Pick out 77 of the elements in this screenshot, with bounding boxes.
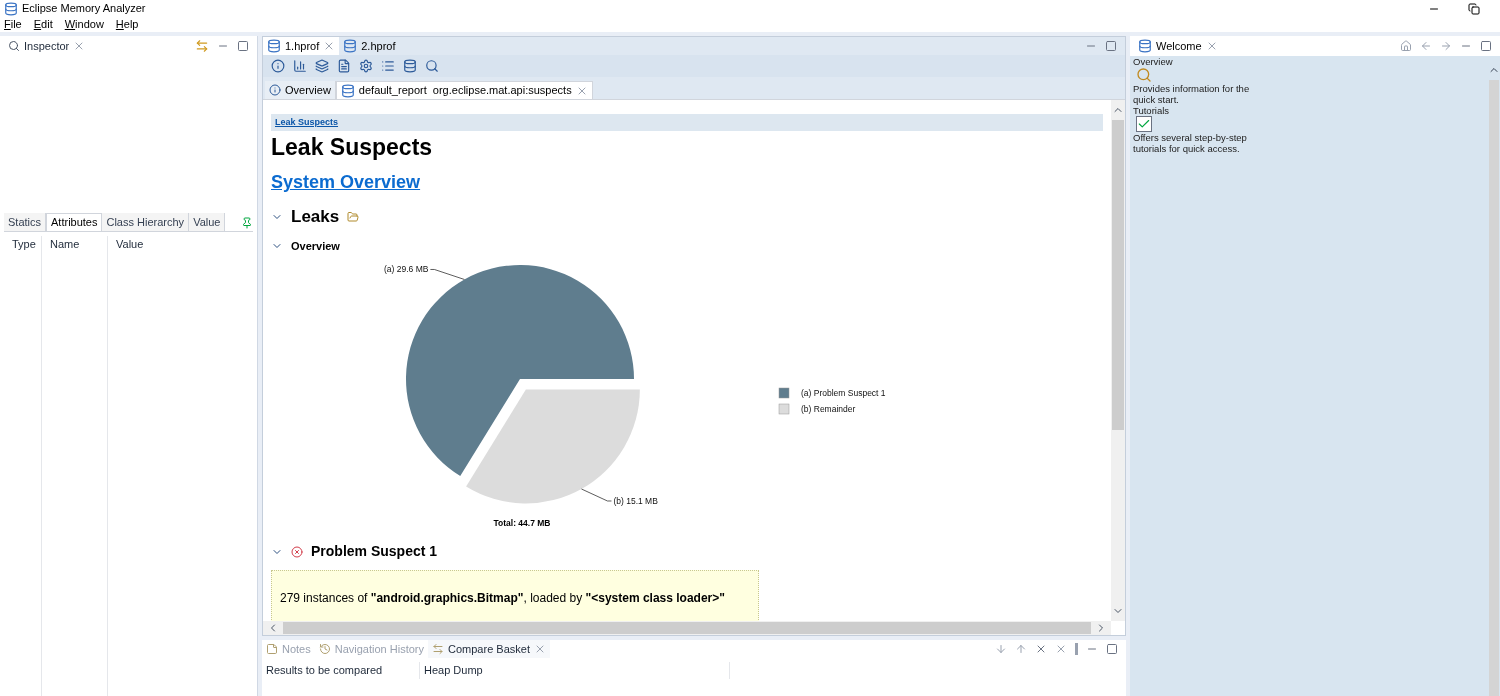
chart-total: Total: 44.7 MB	[493, 518, 551, 528]
report-tab[interactable]: Overview	[265, 81, 336, 99]
data-label: (b) 15.1 MB	[613, 495, 659, 506]
maximize-icon[interactable]	[1106, 643, 1118, 655]
column-header[interactable]: Heap Dump	[424, 664, 483, 676]
column-header[interactable]: Results to be compared	[266, 664, 383, 676]
check-icon[interactable]	[1136, 116, 1152, 132]
legend-item: (a) Problem Suspect 1	[778, 387, 886, 399]
data-label: (b) 15.1 MB	[581, 488, 658, 506]
menu-item[interactable]: File	[4, 16, 22, 33]
column-header[interactable]: Value	[116, 238, 144, 250]
forward-icon[interactable]	[1440, 40, 1452, 52]
column-header[interactable]: Name	[50, 238, 80, 250]
folder-icon[interactable]	[347, 210, 360, 223]
editor-tab[interactable]: 1.hprof	[263, 37, 340, 55]
info-icon[interactable]	[271, 59, 285, 73]
breadcrumb-link[interactable]: Leak Suspects	[275, 115, 339, 130]
view-tab[interactable]: Inspector	[4, 37, 90, 55]
properties-tab[interactable]: Statics	[4, 213, 46, 231]
subsection-heading: Overview	[291, 238, 340, 254]
history-icon	[318, 643, 331, 655]
welcome-item-title[interactable]: Tutorials	[1133, 105, 1170, 116]
legend-item: (b) Remainder	[778, 403, 856, 415]
properties-tab[interactable]: Value	[189, 213, 226, 231]
menu-item[interactable]: Window	[64, 16, 104, 33]
bar-chart-icon[interactable]	[293, 59, 307, 73]
menu-item[interactable]: Help	[115, 16, 139, 33]
info-icon	[269, 84, 281, 96]
report-heading: Leak Suspects	[271, 133, 434, 161]
database-icon	[267, 39, 281, 53]
home-icon[interactable]	[1400, 40, 1412, 52]
data-label: (a) 29.6 MB	[384, 264, 465, 280]
editor-tab[interactable]: 2.hprof	[339, 37, 400, 55]
maximize-icon[interactable]	[1105, 40, 1117, 52]
view-tab[interactable]: Compare Basket	[428, 640, 550, 658]
list-icon[interactable]	[381, 59, 395, 73]
back-icon[interactable]	[1420, 40, 1432, 52]
horizontal-scrollbar[interactable]	[263, 621, 1111, 635]
database-icon	[1138, 39, 1152, 53]
database-icon	[340, 83, 355, 98]
view-tab[interactable]: Welcome	[1134, 37, 1222, 55]
pin-icon[interactable]	[241, 217, 253, 229]
note-icon	[266, 643, 278, 655]
system-overview-link[interactable]: System Overview	[271, 169, 421, 196]
gear-icon[interactable]	[359, 59, 373, 73]
remove-all-icon[interactable]	[1055, 643, 1067, 655]
data-label: (a) 29.6 MB	[383, 264, 429, 275]
sync-icon[interactable]	[195, 39, 209, 53]
vertical-scrollbar[interactable]	[1111, 100, 1125, 621]
arrow-down-icon[interactable]	[995, 643, 1007, 655]
properties-tab[interactable]: Class Hierarchy	[102, 213, 190, 231]
arrow-up-icon[interactable]	[1015, 643, 1027, 655]
window-title: Eclipse Memory Analyzer	[22, 1, 146, 17]
column-header[interactable]: Type	[12, 238, 36, 250]
suspect-description: 279 instances of "android.graphics.Bitmap", loaded by "<system class loader>"	[280, 591, 725, 605]
remove-icon[interactable]	[1035, 643, 1047, 655]
welcome-item-description: Provides information for the quick start.	[1133, 83, 1251, 105]
search-icon[interactable]	[425, 59, 439, 73]
arrows-icon	[432, 643, 444, 655]
maximize-icon[interactable]	[1480, 40, 1492, 52]
legend-label: (a) Problem Suspect 1	[801, 388, 886, 398]
report-tab[interactable]: default_report org.eclipse.mat.api:suspects	[335, 81, 593, 99]
section-heading: Leaks	[291, 206, 340, 228]
welcome-item-title[interactable]: Overview	[1133, 56, 1173, 67]
document-icon[interactable]	[337, 59, 351, 73]
maximize-icon[interactable]	[237, 40, 249, 52]
welcome-item-description: Offers several step-by-step tutorials for quick access.	[1133, 132, 1248, 154]
database-icon	[343, 39, 358, 53]
database-icon	[4, 1, 18, 16]
menu-item[interactable]: Edit	[33, 16, 53, 33]
error-icon	[291, 545, 303, 558]
properties-tab[interactable]: Attributes	[46, 213, 103, 231]
restore-icon[interactable]	[1468, 2, 1480, 15]
suspect-heading: Problem Suspect 1	[311, 542, 438, 561]
search-icon	[8, 40, 20, 52]
database-icon[interactable]	[403, 59, 417, 73]
legend-label: (b) Remainder	[801, 404, 856, 414]
